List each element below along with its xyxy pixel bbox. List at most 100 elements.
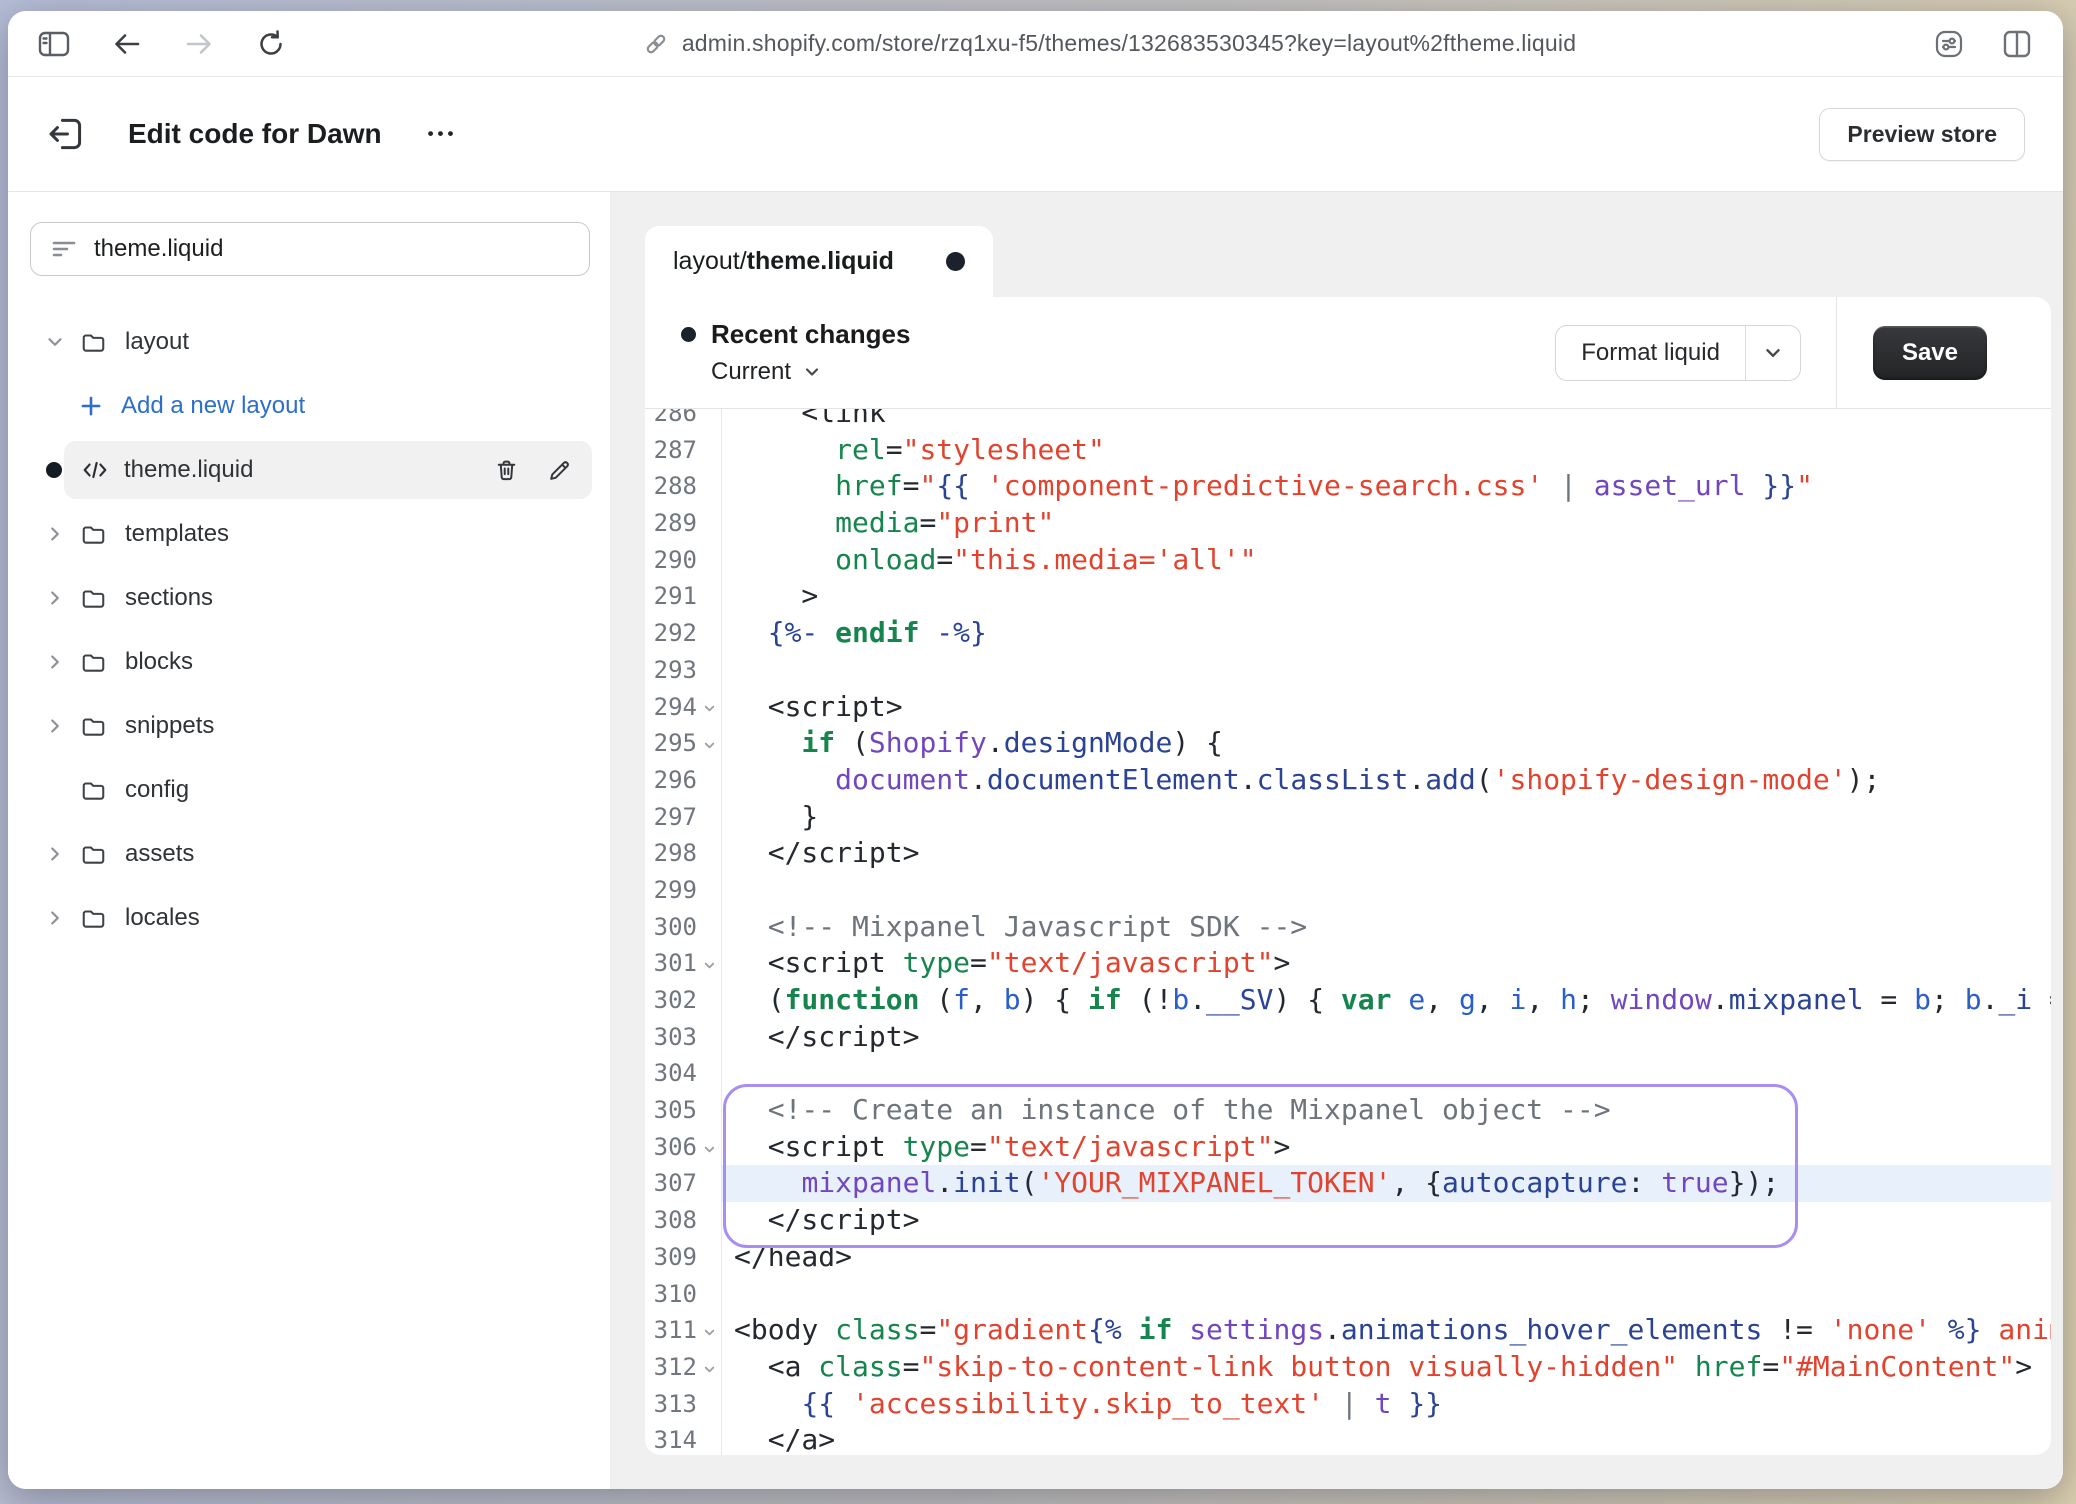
editor-panel: Recent changes Current Format liquid	[645, 297, 2051, 1455]
exit-icon[interactable]	[46, 114, 86, 154]
code-text: <body class="gradient{% if settings.anim…	[721, 1312, 2051, 1349]
fold-spacer	[697, 615, 721, 652]
code-line-304[interactable]: 304	[645, 1055, 2051, 1092]
sidebar-item-theme-liquid[interactable]: theme.liquid	[8, 438, 610, 502]
sidebar-item-config[interactable]: config	[8, 758, 610, 822]
chevron-right-icon[interactable]	[44, 907, 78, 929]
code-line-288[interactable]: 288 href="{{ 'component-predictive-searc…	[645, 468, 2051, 505]
fold-chevron-icon[interactable]	[697, 1312, 721, 1349]
chevron-right-icon[interactable]	[44, 715, 78, 737]
sidebar-item-blocks[interactable]: blocks	[8, 630, 610, 694]
sidebar-item-snippets[interactable]: snippets	[8, 694, 610, 758]
code-line-298[interactable]: 298 </script>	[645, 835, 2051, 872]
trash-icon[interactable]	[494, 457, 519, 483]
code-line-309[interactable]: 309</head>	[645, 1239, 2051, 1276]
fold-chevron-icon[interactable]	[697, 1349, 721, 1386]
sidebar-item-label: sections	[125, 584, 213, 612]
preferences-icon[interactable]	[1933, 28, 1965, 60]
code-text	[721, 1276, 2051, 1313]
line-number: 292	[645, 615, 697, 652]
code-line-310[interactable]: 310	[645, 1276, 2051, 1313]
sidebar-item-locales[interactable]: locales	[8, 886, 610, 950]
code-line-307[interactable]: 307 mixpanel.init('YOUR_MIXPANEL_TOKEN',…	[645, 1165, 2051, 1202]
editor-area: layout/theme.liquid Recent changes Curre…	[610, 192, 2063, 1489]
code-line-289[interactable]: 289 media="print"	[645, 505, 2051, 542]
fold-chevron-icon[interactable]	[697, 725, 721, 762]
fold-chevron-icon[interactable]	[697, 945, 721, 982]
code-line-300[interactable]: 300 <!-- Mixpanel Javascript SDK -->	[645, 909, 2051, 946]
code-line-291[interactable]: 291 >	[645, 578, 2051, 615]
line-number: 309	[645, 1239, 697, 1276]
code-line-313[interactable]: 313 {{ 'accessibility.skip_to_text' | t …	[645, 1386, 2051, 1423]
code-line-305[interactable]: 305 <!-- Create an instance of the Mixpa…	[645, 1092, 2051, 1129]
code-line-303[interactable]: 303 </script>	[645, 1019, 2051, 1056]
code-text: (function (f, b) { if (!b.__SV) { var e,…	[721, 982, 2051, 1019]
code-line-312[interactable]: 312 <a class="skip-to-content-link butto…	[645, 1349, 2051, 1386]
code-text	[721, 1055, 2051, 1092]
filter-icon	[51, 237, 77, 261]
chevron-down-icon[interactable]	[44, 331, 78, 353]
pencil-icon[interactable]	[547, 458, 572, 483]
folder-icon	[78, 649, 108, 675]
sidebar-item-label: Add a new layout	[121, 392, 305, 420]
back-icon[interactable]	[112, 30, 142, 58]
fold-spacer	[697, 799, 721, 836]
search-value: theme.liquid	[94, 235, 223, 263]
code-line-294[interactable]: 294 <script>	[645, 689, 2051, 726]
sidebar-item-sections[interactable]: sections	[8, 566, 610, 630]
code-text: </script>	[721, 1019, 2051, 1056]
code-line-299[interactable]: 299	[645, 872, 2051, 909]
code-text: <a class="skip-to-content-link button vi…	[721, 1349, 2051, 1386]
code-line-314[interactable]: 314 </a>	[645, 1422, 2051, 1455]
code-line-302[interactable]: 302 (function (f, b) { if (!b.__SV) { va…	[645, 982, 2051, 1019]
code-line-293[interactable]: 293	[645, 652, 2051, 689]
code-line-290[interactable]: 290 onload="this.media='all'"	[645, 542, 2051, 579]
code-line-311[interactable]: 311<body class="gradient{% if settings.a…	[645, 1312, 2051, 1349]
fold-chevron-icon[interactable]	[697, 1129, 721, 1166]
fold-chevron-icon[interactable]	[697, 689, 721, 726]
link-icon	[643, 31, 669, 57]
chevron-right-icon[interactable]	[44, 651, 78, 673]
line-number: 301	[645, 945, 697, 982]
code-editor[interactable]: 286 <link287 rel="stylesheet"288 href="{…	[645, 409, 2051, 1455]
line-number: 293	[645, 652, 697, 689]
preview-store-button[interactable]: Preview store	[1819, 108, 2025, 161]
browser-window: admin.shopify.com/store/rzq1xu-f5/themes…	[8, 11, 2063, 1489]
code-line-292[interactable]: 292 {%- endif -%}	[645, 615, 2051, 652]
tab-layout-theme-liquid[interactable]: layout/theme.liquid	[645, 226, 993, 297]
chevron-right-icon[interactable]	[44, 523, 78, 545]
code-text: </a>	[721, 1422, 2051, 1455]
editor-panel-header: Recent changes Current Format liquid	[645, 297, 2051, 409]
sidebar-toggle-icon[interactable]	[38, 30, 70, 58]
address-bar[interactable]: admin.shopify.com/store/rzq1xu-f5/themes…	[286, 30, 1933, 57]
chevron-right-icon[interactable]	[44, 843, 78, 865]
code-line-287[interactable]: 287 rel="stylesheet"	[645, 432, 2051, 469]
chevron-right-icon[interactable]	[44, 587, 78, 609]
code-line-297[interactable]: 297 }	[645, 799, 2051, 836]
code-line-308[interactable]: 308 </script>	[645, 1202, 2051, 1239]
code-line-296[interactable]: 296 document.documentElement.classList.a…	[645, 762, 2051, 799]
tab-path-prefix: layout/	[673, 247, 747, 276]
sidebar-item-label: config	[125, 776, 189, 804]
code-line-306[interactable]: 306 <script type="text/javascript">	[645, 1129, 2051, 1166]
save-button[interactable]: Save	[1873, 326, 1987, 380]
file-search-input[interactable]: theme.liquid	[30, 222, 590, 276]
split-view-icon[interactable]	[2001, 29, 2033, 59]
sidebar-item-label: layout	[125, 328, 189, 356]
reload-icon[interactable]	[256, 29, 286, 59]
fold-spacer	[697, 1019, 721, 1056]
url-text: admin.shopify.com/store/rzq1xu-f5/themes…	[682, 30, 1576, 57]
sidebar-item-add-a-new-layout[interactable]: Add a new layout	[8, 374, 610, 438]
sidebar-item-templates[interactable]: templates	[8, 502, 610, 566]
sidebar-item-layout[interactable]: layout	[8, 310, 610, 374]
format-liquid-button[interactable]: Format liquid	[1555, 325, 1801, 381]
forward-icon[interactable]	[184, 30, 214, 58]
app-header: Edit code for Dawn ••• Preview store	[8, 77, 2063, 192]
sidebar-item-assets[interactable]: assets	[8, 822, 610, 886]
version-dropdown[interactable]: Current	[711, 358, 1555, 386]
more-menu-icon[interactable]: •••	[428, 124, 458, 144]
code-line-295[interactable]: 295 if (Shopify.designMode) {	[645, 725, 2051, 762]
code-line-286[interactable]: 286 <link	[645, 409, 2051, 432]
format-options-chevron[interactable]	[1746, 326, 1800, 380]
code-line-301[interactable]: 301 <script type="text/javascript">	[645, 945, 2051, 982]
